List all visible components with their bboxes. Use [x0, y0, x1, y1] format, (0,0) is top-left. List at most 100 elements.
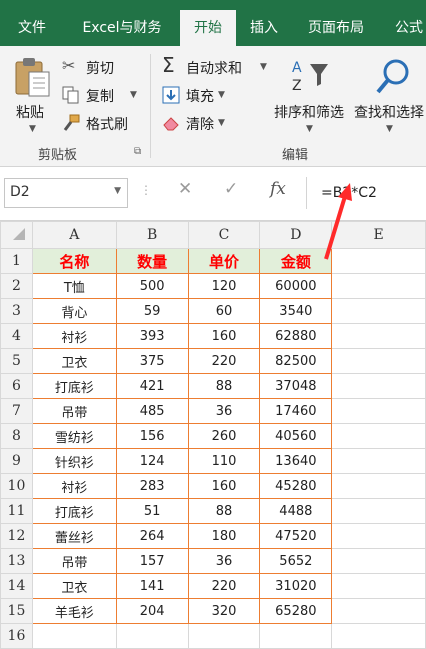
empty-cell[interactable]: [115, 623, 189, 649]
row-header[interactable]: 12: [0, 523, 33, 549]
row-header[interactable]: 9: [0, 448, 33, 474]
tab-formulas[interactable]: 公式: [384, 10, 426, 46]
empty-cell[interactable]: [331, 298, 426, 324]
cell-b7[interactable]: 485: [115, 398, 189, 424]
clipboard-launcher-icon[interactable]: ⧉: [134, 146, 141, 157]
cell-d3[interactable]: 3540: [259, 298, 333, 324]
cell-d10[interactable]: 45280: [259, 473, 333, 499]
tab-page-layout[interactable]: 页面布局: [296, 10, 376, 46]
empty-cell[interactable]: [187, 623, 261, 649]
cell-a7[interactable]: 吊带: [31, 398, 117, 424]
fill-dropdown-icon[interactable]: ▼: [218, 90, 225, 100]
find-select-button[interactable]: 查找和选择 ▼: [352, 52, 426, 138]
autosum-button[interactable]: Σ 自动求和 ▼: [162, 53, 274, 78]
column-header-c[interactable]: C: [187, 221, 261, 249]
cell-c8[interactable]: 260: [187, 423, 261, 449]
row-header[interactable]: 7: [0, 398, 33, 424]
cancel-icon[interactable]: ✕: [178, 179, 192, 199]
column-header-b[interactable]: B: [115, 221, 189, 249]
cell-d9[interactable]: 13640: [259, 448, 333, 474]
row-header[interactable]: 2: [0, 273, 33, 299]
cell-c10[interactable]: 160: [187, 473, 261, 499]
cell-b10[interactable]: 283: [115, 473, 189, 499]
row-header[interactable]: 4: [0, 323, 33, 349]
name-box[interactable]: D2 ▼: [4, 178, 128, 208]
cell-d5[interactable]: 82500: [259, 348, 333, 374]
empty-cell[interactable]: [31, 623, 117, 649]
row-header[interactable]: 16: [0, 623, 33, 649]
empty-cell[interactable]: [331, 473, 426, 499]
empty-cell[interactable]: [331, 523, 426, 549]
autosum-dropdown-icon[interactable]: ▼: [260, 62, 267, 72]
tab-excel-finance[interactable]: Excel与财务: [70, 10, 174, 46]
copy-button[interactable]: 复制 ▼: [62, 84, 148, 106]
row-header[interactable]: 10: [0, 473, 33, 499]
cell-d13[interactable]: 5652: [259, 548, 333, 574]
clear-dropdown-icon[interactable]: ▼: [218, 118, 225, 128]
cell-a14[interactable]: 卫衣: [31, 573, 117, 599]
header-cell-b[interactable]: 数量: [115, 248, 189, 274]
cell-d7[interactable]: 17460: [259, 398, 333, 424]
select-all-corner[interactable]: [0, 221, 33, 249]
cell-b14[interactable]: 141: [115, 573, 189, 599]
empty-cell[interactable]: [331, 348, 426, 374]
cell-d12[interactable]: 47520: [259, 523, 333, 549]
find-select-dropdown-icon[interactable]: ▼: [386, 124, 393, 134]
cell-a10[interactable]: 衬衫: [31, 473, 117, 499]
sort-filter-dropdown-icon[interactable]: ▼: [306, 124, 313, 134]
row-header[interactable]: 6: [0, 373, 33, 399]
cell-a11[interactable]: 打底衫: [31, 498, 117, 524]
empty-cell[interactable]: [331, 398, 426, 424]
cell-b2[interactable]: 500: [115, 273, 189, 299]
insert-function-icon[interactable]: fx: [270, 179, 286, 199]
cut-button[interactable]: ✂ 剪切: [62, 56, 142, 78]
cell-c3[interactable]: 60: [187, 298, 261, 324]
cell-c11[interactable]: 88: [187, 498, 261, 524]
row-header[interactable]: 11: [0, 498, 33, 524]
empty-cell[interactable]: [331, 323, 426, 349]
cell-c9[interactable]: 110: [187, 448, 261, 474]
cell-a12[interactable]: 蕾丝衫: [31, 523, 117, 549]
cell-b15[interactable]: 204: [115, 598, 189, 624]
cell-c2[interactable]: 120: [187, 273, 261, 299]
cell-a3[interactable]: 背心: [31, 298, 117, 324]
tab-file[interactable]: 文件: [8, 10, 56, 46]
cell-a2[interactable]: T恤: [31, 273, 117, 299]
cell-b4[interactable]: 393: [115, 323, 189, 349]
cell-c4[interactable]: 160: [187, 323, 261, 349]
row-header[interactable]: 1: [0, 248, 33, 274]
cell-b13[interactable]: 157: [115, 548, 189, 574]
cell-c14[interactable]: 220: [187, 573, 261, 599]
cell-d8[interactable]: 40560: [259, 423, 333, 449]
copy-dropdown-icon[interactable]: ▼: [130, 90, 137, 100]
empty-cell[interactable]: [331, 548, 426, 574]
cell-b11[interactable]: 51: [115, 498, 189, 524]
cell-b12[interactable]: 264: [115, 523, 189, 549]
paste-dropdown-icon[interactable]: ▼: [29, 124, 36, 134]
tab-home[interactable]: 开始: [180, 10, 236, 46]
empty-cell[interactable]: [331, 498, 426, 524]
cell-d15[interactable]: 65280: [259, 598, 333, 624]
sort-filter-button[interactable]: A Z 排序和筛选 ▼: [272, 52, 352, 138]
row-header[interactable]: 5: [0, 348, 33, 374]
paste-button[interactable]: 粘贴 ▼: [6, 52, 58, 138]
cell-a13[interactable]: 吊带: [31, 548, 117, 574]
cell-d2[interactable]: 60000: [259, 273, 333, 299]
empty-cell[interactable]: [331, 573, 426, 599]
cell-d4[interactable]: 62880: [259, 323, 333, 349]
cell-c13[interactable]: 36: [187, 548, 261, 574]
name-box-dropdown-icon[interactable]: ▼: [114, 186, 121, 196]
row-header[interactable]: 14: [0, 573, 33, 599]
cell-b9[interactable]: 124: [115, 448, 189, 474]
header-cell-a[interactable]: 名称: [31, 248, 117, 274]
cell-b5[interactable]: 375: [115, 348, 189, 374]
cell-a15[interactable]: 羊毛衫: [31, 598, 117, 624]
cell-c15[interactable]: 320: [187, 598, 261, 624]
cell-c5[interactable]: 220: [187, 348, 261, 374]
row-header[interactable]: 3: [0, 298, 33, 324]
cell-d14[interactable]: 31020: [259, 573, 333, 599]
cell-b3[interactable]: 59: [115, 298, 189, 324]
tab-insert[interactable]: 插入: [240, 10, 288, 46]
fill-button[interactable]: 填充 ▼: [162, 84, 242, 106]
cell-c12[interactable]: 180: [187, 523, 261, 549]
